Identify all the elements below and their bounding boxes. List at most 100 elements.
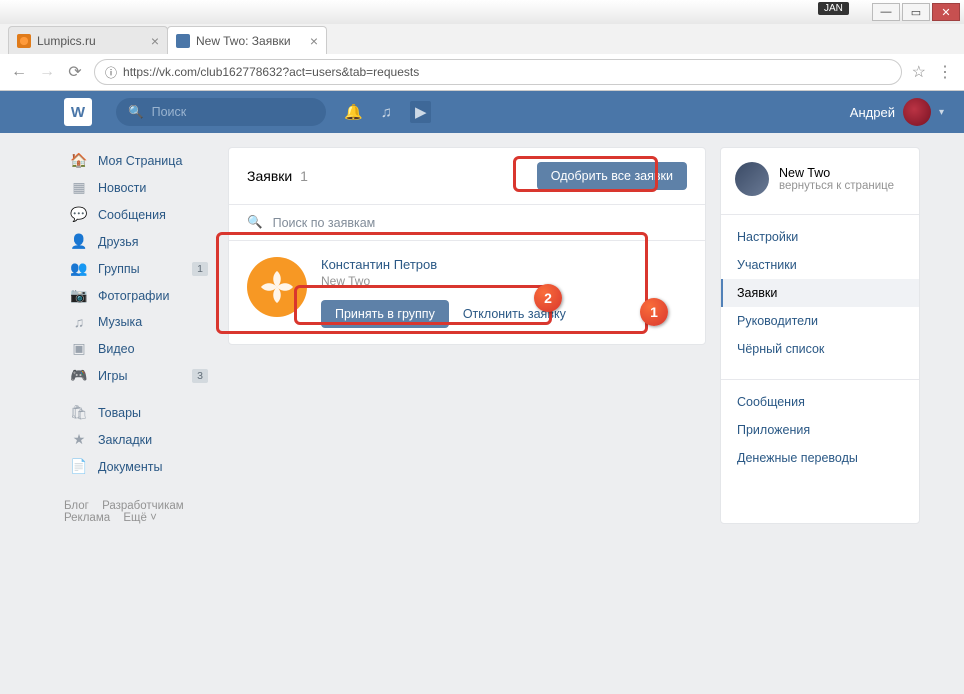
request-user-name[interactable]: Константин Петров (321, 257, 566, 272)
annotation-number: 2 (534, 284, 562, 312)
nav-item[interactable]: 🏠 Моя Страница (64, 147, 214, 174)
nav-icon: ▣ (70, 340, 88, 357)
chevron-down-icon: ▾ (939, 107, 944, 118)
tab-close-icon[interactable]: × (310, 33, 318, 49)
browser-tab[interactable]: New Two: Заявки × (167, 26, 327, 54)
nav-icon: ▦ (70, 179, 88, 196)
nav-item[interactable]: 📄 Документы (64, 453, 214, 480)
favicon-icon (176, 34, 190, 48)
footer-link[interactable]: Разработчикам (102, 500, 184, 512)
nav-item[interactable]: ♫ Музыка (64, 309, 214, 335)
nav-item[interactable]: 👥 Группы 1 (64, 255, 214, 282)
address-bar[interactable]: ⓘ https://vk.com/club162778632?act=users… (94, 59, 902, 85)
nav-label: Документы (98, 460, 162, 474)
vk-logo[interactable]: W (64, 98, 92, 126)
group-name[interactable]: New Two (779, 166, 894, 180)
search-icon: 🔍 (247, 215, 263, 230)
tab-title: New Two: Заявки (196, 34, 291, 48)
request-row: Константин Петров New Two Принять в груп… (229, 241, 705, 344)
nav-icon: ★ (70, 431, 88, 448)
nav-item[interactable]: ★ Закладки (64, 426, 214, 453)
nav-icon: 👤 (70, 233, 88, 250)
nav-label: Сообщения (98, 208, 166, 222)
right-menu-item[interactable]: Заявки (721, 279, 919, 307)
nav-label: Товары (98, 406, 141, 420)
bookmark-star-icon[interactable]: ☆ (912, 62, 926, 82)
nav-label: Друзья (98, 235, 139, 249)
right-sidebar: New Two вернуться к странице НастройкиУч… (720, 147, 920, 524)
window-maximize[interactable]: ▭ (902, 3, 930, 21)
request-user-sub: New Two (321, 274, 566, 288)
favicon-icon (17, 34, 31, 48)
nav-item[interactable]: ▣ Видео (64, 335, 214, 362)
footer-link[interactable]: Реклама (64, 512, 110, 524)
nav-icon: 📄 (70, 458, 88, 475)
nav-label: Новости (98, 181, 146, 195)
nav-label: Видео (98, 342, 135, 356)
nav-item[interactable]: 🎮 Игры 3 (64, 362, 214, 389)
window-close[interactable]: ✕ (932, 3, 960, 21)
nav-icon: 🛍 (70, 404, 88, 421)
accept-button[interactable]: Принять в группу (321, 300, 449, 328)
annotation-number: 1 (640, 298, 668, 326)
nav-label: Группы (98, 262, 140, 276)
requests-search[interactable]: Поиск по заявкам (273, 216, 376, 230)
play-icon[interactable]: ▶ (410, 101, 432, 123)
extension-badge: JAN (818, 2, 849, 15)
nav-count-badge: 3 (192, 369, 208, 383)
page-title: Заявки 1 (247, 168, 308, 184)
nav-label: Музыка (98, 315, 142, 329)
nav-count-badge: 1 (192, 262, 208, 276)
right-menu-item[interactable]: Приложения (721, 416, 919, 444)
info-icon: ⓘ (105, 64, 117, 81)
nav-item[interactable]: 📷 Фотографии (64, 282, 214, 309)
right-menu-item[interactable]: Денежные переводы (721, 444, 919, 472)
nav-reload-icon[interactable]: ⟳ (66, 63, 84, 81)
search-icon: 🔍 (128, 105, 144, 120)
footer-links: Блог Разработчикам Реклама Ещё ˅ (64, 500, 214, 524)
back-to-page-link[interactable]: вернуться к странице (779, 180, 894, 192)
group-avatar[interactable] (735, 162, 769, 196)
notifications-icon[interactable]: 🔔 (344, 103, 363, 121)
music-icon[interactable]: ♫ (381, 104, 392, 121)
user-menu[interactable]: Андрей ▾ (850, 98, 944, 126)
nav-label: Моя Страница (98, 154, 182, 168)
footer-link[interactable]: Блог (64, 500, 89, 512)
tab-title: Lumpics.ru (37, 34, 96, 48)
footer-link[interactable]: Ещё ˅ (123, 512, 156, 524)
browser-menu-icon[interactable]: ⋮ (936, 63, 954, 81)
nav-label: Фотографии (98, 289, 169, 303)
right-menu-item[interactable]: Сообщения (721, 388, 919, 416)
nav-label: Закладки (98, 433, 152, 447)
nav-icon: 📷 (70, 287, 88, 304)
username: Андрей (850, 105, 895, 120)
nav-forward-icon[interactable]: → (38, 63, 56, 81)
tab-strip: Lumpics.ru × New Two: Заявки × (0, 24, 964, 54)
left-nav: 🏠 Моя Страница ▦ Новости 💬 Сообщения 👤 Друзья 👥 Г… (64, 147, 214, 524)
nav-icon: 🎮 (70, 367, 88, 384)
nav-item[interactable]: ▦ Новости (64, 174, 214, 201)
nav-item[interactable]: 💬 Сообщения (64, 201, 214, 228)
right-menu-item[interactable]: Участники (721, 251, 919, 279)
nav-label: Игры (98, 369, 127, 383)
nav-icon: ♫ (70, 314, 88, 330)
right-menu-item[interactable]: Руководители (721, 307, 919, 335)
avatar (903, 98, 931, 126)
right-menu-item[interactable]: Настройки (721, 223, 919, 251)
nav-icon: 🏠 (70, 152, 88, 169)
requests-count: 1 (300, 168, 308, 184)
window-minimize[interactable]: — (872, 3, 900, 21)
tab-close-icon[interactable]: × (151, 33, 159, 49)
right-menu-item[interactable]: Чёрный список (721, 335, 919, 363)
nav-item[interactable]: 🛍 Товары (64, 399, 214, 426)
search-input[interactable]: 🔍 Поиск (116, 98, 326, 126)
url-text: https://vk.com/club162778632?act=users&t… (123, 65, 419, 79)
nav-item[interactable]: 👤 Друзья (64, 228, 214, 255)
avatar[interactable] (247, 257, 307, 317)
nav-icon: 👥 (70, 260, 88, 277)
approve-all-button[interactable]: Одобрить все заявки (537, 162, 687, 190)
search-placeholder: Поиск (152, 105, 187, 119)
nav-back-icon[interactable]: ← (10, 63, 28, 81)
nav-icon: 💬 (70, 206, 88, 223)
browser-tab[interactable]: Lumpics.ru × (8, 26, 168, 54)
